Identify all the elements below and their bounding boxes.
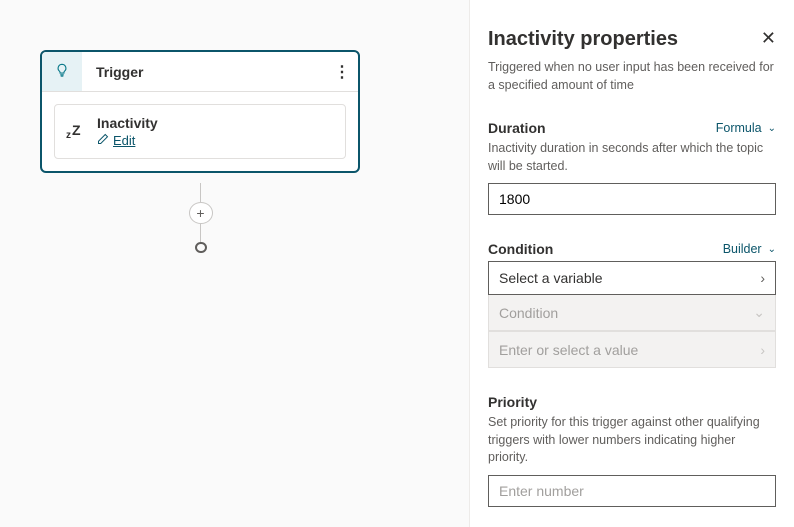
condition-value-placeholder: Enter or select a value [499, 342, 638, 358]
condition-mode-toggle[interactable]: Builder ⌄ [723, 242, 776, 256]
properties-panel: Inactivity properties ✕ Triggered when n… [469, 0, 794, 527]
condition-mode-label: Builder [723, 242, 762, 256]
condition-label: Condition [488, 241, 553, 257]
priority-input[interactable] [488, 475, 776, 507]
trigger-node[interactable]: Trigger ⋮ zZ Inactivity Edit [40, 50, 360, 173]
node-more-menu[interactable]: ⋮ [326, 62, 358, 82]
chevron-down-icon: ⌄ [753, 304, 765, 321]
duration-help: Inactivity duration in seconds after whi… [488, 140, 776, 175]
condition-value-select[interactable]: Enter or select a value › [489, 331, 775, 367]
condition-operator-placeholder: Condition [499, 305, 558, 321]
lightbulb-icon [55, 63, 69, 80]
trigger-header: Trigger ⋮ [42, 52, 358, 92]
trigger-body: zZ Inactivity Edit [42, 92, 358, 171]
add-node-button[interactable]: + [189, 202, 213, 224]
priority-label: Priority [488, 394, 537, 410]
inactivity-edit-link[interactable]: Edit [113, 133, 135, 148]
duration-label: Duration [488, 120, 546, 136]
condition-variable-placeholder: Select a variable [499, 270, 603, 286]
priority-section: Priority Set priority for this trigger a… [488, 394, 776, 507]
chevron-down-icon: ⌄ [768, 123, 776, 134]
trigger-icon-cell [42, 52, 82, 91]
duration-mode-label: Formula [716, 121, 762, 135]
panel-description: Triggered when no user input has been re… [488, 59, 776, 94]
condition-section: Condition Builder ⌄ Select a variable › … [488, 241, 776, 368]
chevron-right-icon: › [760, 342, 765, 358]
authoring-canvas[interactable]: Trigger ⋮ zZ Inactivity Edit [0, 0, 469, 527]
inactivity-card[interactable]: zZ Inactivity Edit [54, 104, 346, 159]
duration-section: Duration Formula ⌄ Inactivity duration i… [488, 120, 776, 215]
trigger-title: Trigger [82, 64, 326, 80]
end-circle-icon [195, 242, 207, 253]
duration-input[interactable] [488, 183, 776, 215]
connector: + [200, 183, 201, 253]
pencil-icon [97, 133, 109, 148]
priority-help: Set priority for this trigger against ot… [488, 414, 776, 467]
chevron-right-icon: › [760, 270, 765, 286]
chevron-down-icon: ⌄ [768, 244, 776, 255]
close-icon[interactable]: ✕ [761, 28, 776, 48]
duration-mode-toggle[interactable]: Formula ⌄ [716, 121, 776, 135]
inactivity-card-title: Inactivity [97, 115, 333, 131]
panel-title: Inactivity properties [488, 28, 678, 51]
sleep-icon: zZ [67, 124, 97, 139]
condition-variable-select[interactable]: Select a variable › [488, 261, 776, 295]
condition-operator-select[interactable]: Condition ⌄ [489, 295, 775, 331]
